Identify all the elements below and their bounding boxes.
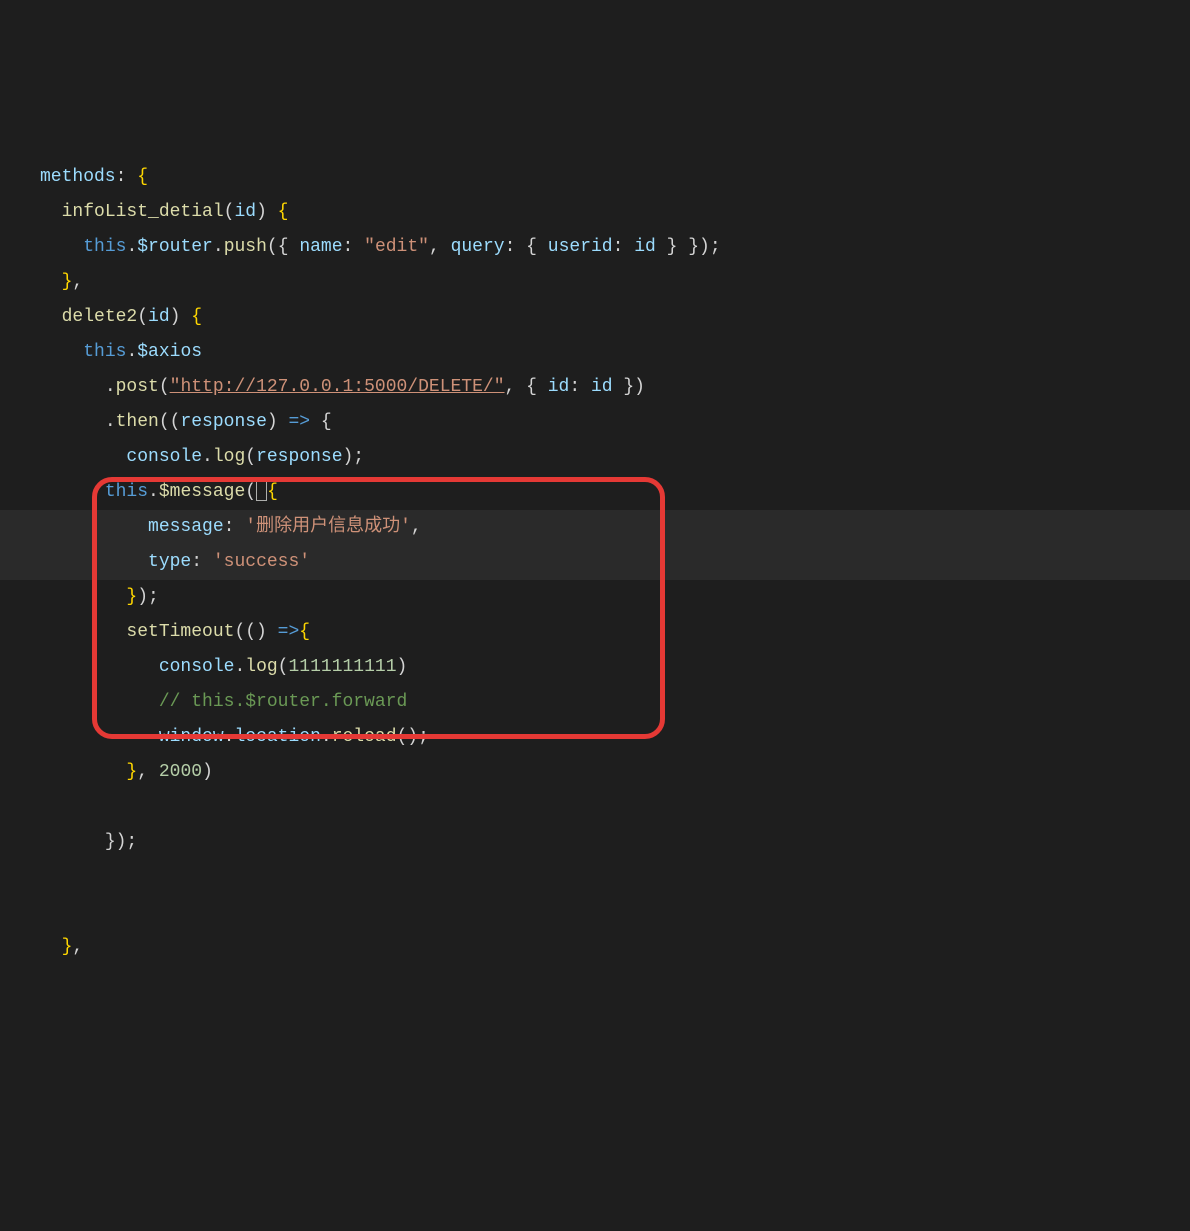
code-line-23: }, [40,930,1190,965]
code-line-12-highlighted: type: 'success' [0,545,1190,580]
code-line-6: this.$axios [40,335,1190,370]
code-line-21 [40,860,1190,895]
code-line-10: this.$message({ [40,475,1190,510]
cursor [256,479,267,501]
code-line-20: }); [40,825,1190,860]
code-line-1: methods: { [40,160,1190,195]
code-line-3: this.$router.push({ name: "edit", query:… [40,230,1190,265]
code-line-22 [40,895,1190,930]
code-line-2: infoList_detial(id) { [40,195,1190,230]
code-line-4: }, [40,265,1190,300]
code-line-5: delete2(id) { [40,300,1190,335]
code-line-7: .post("http://127.0.0.1:5000/DELETE/", {… [40,370,1190,405]
code-line-15: console.log(1111111111) [40,650,1190,685]
code-line-8: .then((response) => { [40,405,1190,440]
code-line-16: // this.$router.forward [40,685,1190,720]
code-line-18: }, 2000) [40,755,1190,790]
code-line-19 [40,790,1190,825]
code-line-17: window.location.reload(); [40,720,1190,755]
code-line-13: }); [40,580,1190,615]
code-line-9: console.log(response); [40,440,1190,475]
code-editor[interactable]: methods: { infoList_detial(id) { this.$r… [40,160,1190,965]
code-line-14: setTimeout(() =>{ [40,615,1190,650]
code-line-11-highlighted: message: '删除用户信息成功', [0,510,1190,545]
